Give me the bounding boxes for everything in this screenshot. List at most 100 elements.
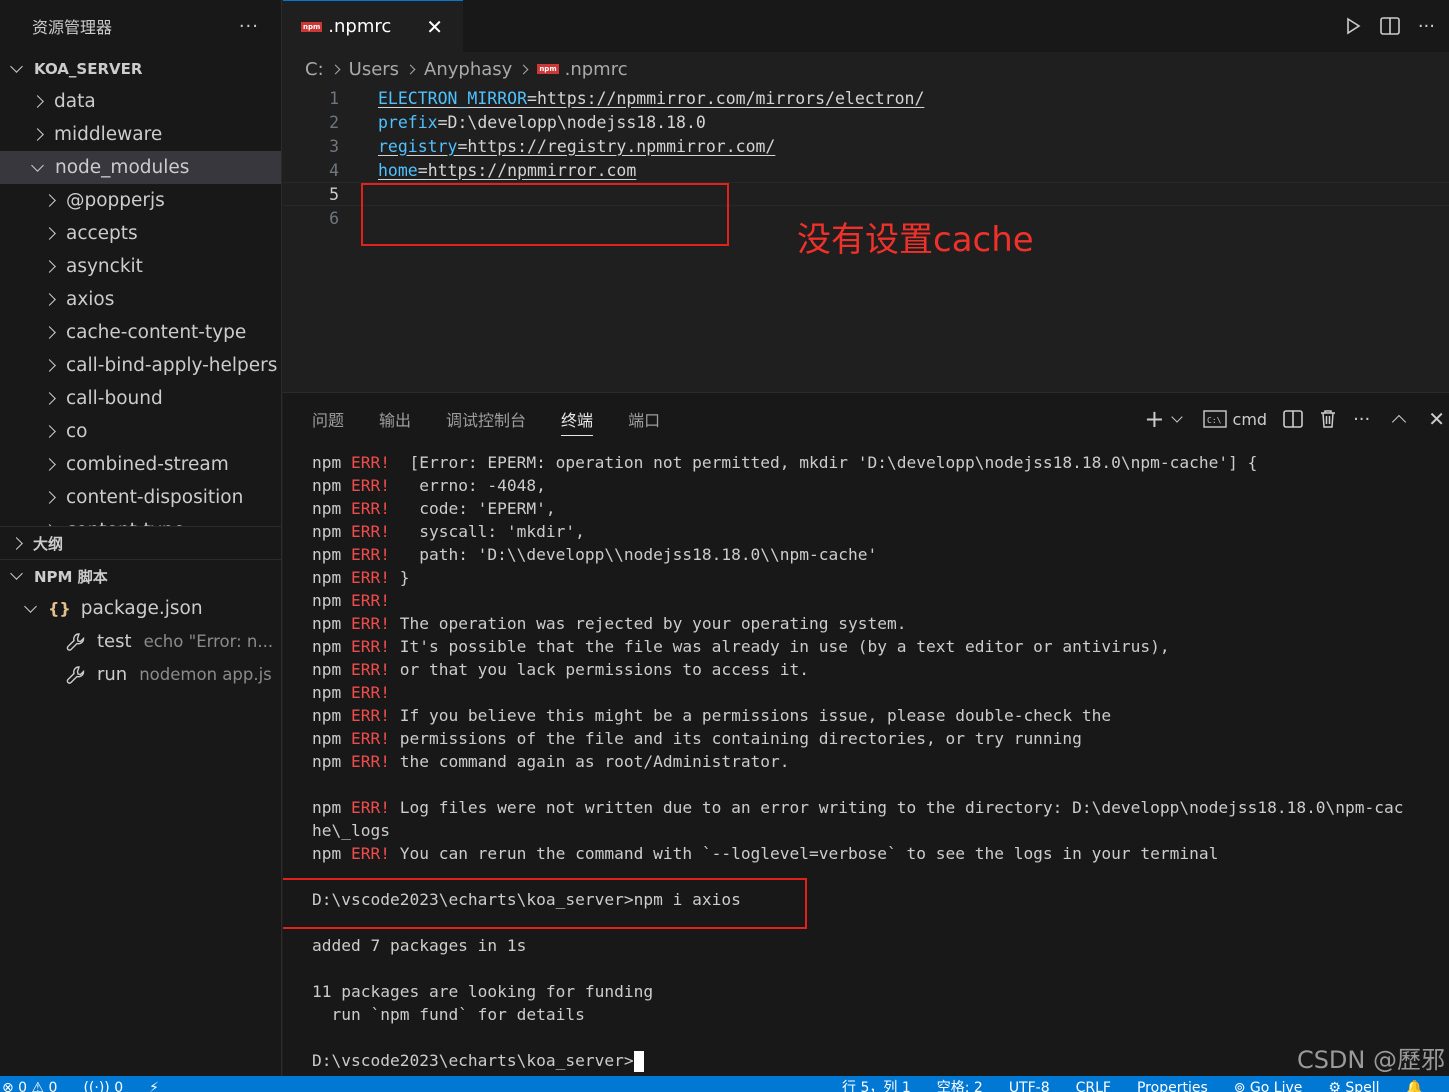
config-value-link[interactable]: https://registry.npmmirror.com/ bbox=[467, 137, 775, 156]
config-value-link[interactable]: https://npmmirror.com bbox=[428, 161, 637, 180]
status-right-item[interactable]: CRLF bbox=[1076, 1076, 1111, 1092]
line-text: added 7 packages in 1s bbox=[312, 936, 527, 955]
explorer-header: 资源管理器 ··· bbox=[0, 0, 281, 52]
line-text: It's possible that the file was already … bbox=[389, 637, 1170, 656]
npm-script-test[interactable]: test echo "Error: n... bbox=[0, 625, 281, 658]
tab-panel-2[interactable]: 调试控制台 bbox=[446, 393, 526, 445]
watermark: CSDN @歷邪 bbox=[1296, 1046, 1445, 1074]
tab-panel-3[interactable]: 终端 bbox=[561, 393, 594, 445]
chevron-right-icon bbox=[43, 326, 56, 339]
json-braces-icon: {} bbox=[48, 599, 71, 618]
split-terminal-icon[interactable] bbox=[1283, 410, 1303, 428]
error-tag: ERR! bbox=[350, 798, 390, 817]
tree-item-call-bound[interactable]: call-bound bbox=[0, 382, 281, 415]
editor-area: npm .npmrc ✕ ··· C: Users Anyphasy npm .npmr… bbox=[283, 0, 1449, 392]
maximize-panel-icon[interactable] bbox=[1392, 414, 1407, 430]
line-text: run `npm fund` for details bbox=[312, 1005, 585, 1024]
terminal-line: 11 packages are looking for funding bbox=[312, 980, 1449, 1003]
line-prefix: npm bbox=[312, 614, 351, 633]
tree-item-node-modules[interactable]: node_modules bbox=[0, 151, 281, 184]
tree-item-label: asynckit bbox=[66, 256, 143, 277]
terminal-line: npm ERR! Log files were not written due … bbox=[312, 796, 1449, 819]
status-left-item[interactable]: ⊗ 0 ⚠ 0 bbox=[2, 1076, 57, 1092]
status-right-item[interactable]: ⊚ Go Live bbox=[1234, 1076, 1303, 1092]
tree-item-call-bind-apply-helpers[interactable]: call-bind-apply-helpers bbox=[0, 349, 281, 382]
status-right-item[interactable]: 行 5，列 1 bbox=[842, 1076, 911, 1092]
split-editor-icon[interactable] bbox=[1380, 17, 1400, 35]
status-left-item[interactable]: ⚡ bbox=[149, 1076, 159, 1092]
chevron-right-icon bbox=[330, 64, 341, 74]
folder-section-koa-server[interactable]: KOA_SERVER bbox=[0, 52, 281, 85]
editor-tabbar: npm .npmrc ✕ ··· bbox=[283, 0, 1449, 52]
line-prefix: npm bbox=[312, 545, 351, 564]
breadcrumb-item[interactable]: Anyphasy bbox=[424, 59, 512, 80]
npm-script-run[interactable]: run nodemon app.js bbox=[0, 658, 281, 691]
tree-item-content-type[interactable]: content-type bbox=[0, 514, 281, 526]
wrench-icon bbox=[66, 632, 85, 651]
tab-panel-1[interactable]: 输出 bbox=[379, 393, 411, 445]
close-icon[interactable]: ✕ bbox=[426, 15, 443, 39]
trash-icon[interactable] bbox=[1319, 409, 1337, 429]
tree-item-content-disposition[interactable]: content-disposition bbox=[0, 481, 281, 514]
tree-item-data[interactable]: data bbox=[0, 85, 281, 118]
line-prefix: npm bbox=[312, 453, 351, 472]
tree-item-popperjs[interactable]: @popperjs bbox=[0, 184, 281, 217]
terminal-line: npm ERR! If you believe this might be a … bbox=[312, 704, 1449, 727]
terminal-line: npm ERR! permissions of the file and its… bbox=[312, 727, 1449, 750]
chevron-right-icon bbox=[43, 491, 56, 504]
chevron-down-icon bbox=[24, 599, 37, 613]
tree-item-middleware[interactable]: middleware bbox=[0, 118, 281, 151]
chevron-right-icon bbox=[43, 425, 56, 438]
chevron-down-icon[interactable] bbox=[1170, 411, 1183, 423]
terminal-output[interactable]: npm ERR! [Error: EPERM: operation not pe… bbox=[283, 445, 1449, 1072]
terminal-shell-selector[interactable]: C:\ cmd bbox=[1202, 410, 1267, 429]
config-entry: prefix=D:\developp\nodejss18.18.0 bbox=[378, 113, 706, 132]
error-tag: ERR! bbox=[350, 637, 390, 656]
error-tag: ERR! bbox=[350, 683, 390, 702]
more-actions-icon[interactable]: ··· bbox=[1353, 409, 1370, 430]
tree-item-cache-content-type[interactable]: cache-content-type bbox=[0, 316, 281, 349]
status-right-item[interactable]: Properties bbox=[1137, 1076, 1208, 1092]
status-right-item[interactable]: 空格: 2 bbox=[937, 1076, 983, 1092]
line-text: the command again as root/Administrator. bbox=[389, 752, 790, 771]
tree-item-axios[interactable]: axios bbox=[0, 283, 281, 316]
script-command: nodemon app.js bbox=[139, 665, 272, 684]
terminal-line: npm ERR! bbox=[312, 681, 1449, 704]
tab-panel-0[interactable]: 问题 bbox=[312, 393, 344, 445]
close-panel-icon[interactable]: ✕ bbox=[1428, 407, 1445, 431]
tree-item-combined-stream[interactable]: combined-stream bbox=[0, 448, 281, 481]
config-value-link[interactable]: https://npmmirror.com/mirrors/electron/ bbox=[537, 89, 924, 108]
breadcrumb-item[interactable]: .npmrc bbox=[565, 59, 628, 80]
line-text: permissions of the file and its containi… bbox=[389, 729, 1082, 748]
tree-item-co[interactable]: co bbox=[0, 415, 281, 448]
file-tree: data middleware node_modules @popperjs accep… bbox=[0, 85, 281, 526]
tree-item-accepts[interactable]: accepts bbox=[0, 217, 281, 250]
config-entry: ELECTRON_MIRROR=https://npmmirror.com/mi… bbox=[378, 89, 924, 108]
more-actions-icon[interactable]: ··· bbox=[239, 16, 259, 37]
status-left-item[interactable]: ((·)) 0 bbox=[83, 1076, 123, 1092]
outline-section[interactable]: 大纲 bbox=[0, 526, 281, 559]
breadcrumb-item[interactable]: Users bbox=[349, 59, 399, 80]
tree-item-asynckit[interactable]: asynckit bbox=[0, 250, 281, 283]
code-line: 2 prefix=D:\developp\nodejss18.18.0 bbox=[283, 110, 1449, 134]
line-number: 3 bbox=[329, 136, 339, 156]
chevron-right-icon bbox=[43, 293, 56, 306]
line-text: } bbox=[389, 568, 410, 587]
status-right-item[interactable]: ⚙ Spell bbox=[1328, 1076, 1379, 1092]
chevron-down-icon bbox=[31, 158, 44, 172]
tab-npmrc[interactable]: npm .npmrc ✕ bbox=[283, 0, 463, 52]
npm-scripts-section[interactable]: NPM 脚本 bbox=[0, 559, 281, 592]
status-right-item[interactable]: 🔔 bbox=[1406, 1076, 1423, 1092]
line-text: or that you lack permissions to access i… bbox=[389, 660, 810, 679]
status-right-item[interactable]: UTF-8 bbox=[1009, 1076, 1050, 1092]
new-terminal-icon[interactable]: + bbox=[1144, 407, 1164, 431]
equals-sign: = bbox=[457, 136, 468, 156]
status-right: 行 5，列 1 空格: 2 UTF-8 CRLF Properties ⊚ Go Live… bbox=[842, 1076, 1449, 1092]
package-json-item[interactable]: {} package.json bbox=[0, 592, 281, 625]
run-icon[interactable] bbox=[1344, 17, 1362, 35]
chevron-right-icon bbox=[43, 260, 56, 273]
breadcrumb-item[interactable]: C: bbox=[305, 59, 324, 80]
tab-panel-4[interactable]: 端口 bbox=[628, 393, 660, 445]
more-actions-icon[interactable]: ··· bbox=[1418, 16, 1435, 37]
